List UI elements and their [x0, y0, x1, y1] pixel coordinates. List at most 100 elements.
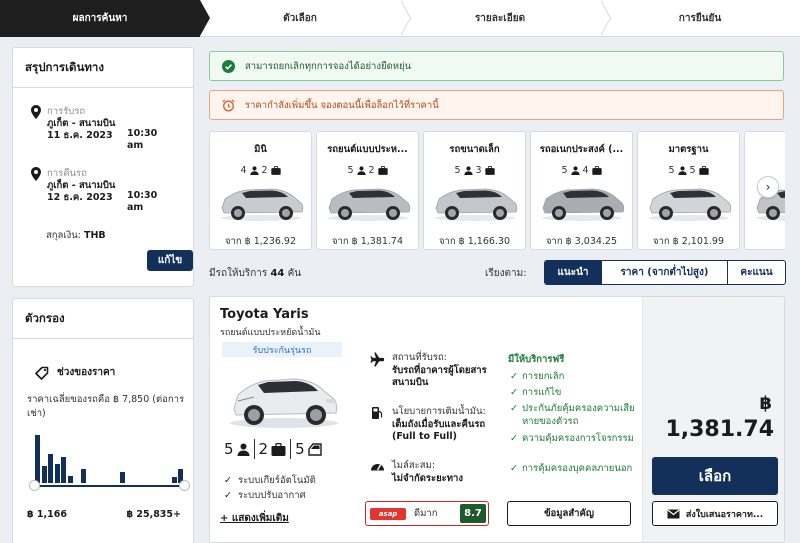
- car-type-card[interactable]: รถอเนกประสงค์ (... 5 4 จาก ฿ 3,034.25: [530, 131, 633, 250]
- feature-label: ระบบปรับอากาศ: [237, 490, 306, 501]
- speedometer-icon: [368, 460, 386, 485]
- supplier-rating-box[interactable]: asap ดีมาก 8.7: [365, 501, 489, 526]
- car-type-price: จาก ฿ 1,236.92: [224, 236, 297, 247]
- step-label: รายละเอียด: [474, 13, 526, 24]
- trip-summary-panel: สรุปการเดินทาง การรับรถ ภูเก็ต - สนามบิน…: [12, 47, 194, 287]
- airplane-icon: [368, 352, 386, 390]
- car-category: รถยนต์แบบประหยัดน้ำมัน: [220, 328, 321, 338]
- price-slider-track[interactable]: [35, 485, 185, 487]
- suitcase-icon: [377, 166, 388, 175]
- supplier-rating-text: ดีมาก: [414, 508, 438, 519]
- step-results: ผลการค้นหา: [0, 0, 210, 37]
- included-item: ✓ การแก้ไข: [510, 387, 640, 400]
- included-label: ความคุ้มครองการโจรกรรม: [522, 433, 634, 444]
- included-title: มีให้บริการฟรี: [508, 354, 565, 365]
- dropoff-date: 12 ธ.ค. 2023: [47, 192, 113, 203]
- results-count-number: 44: [270, 268, 285, 279]
- feature-label: ระบบเกียร์อัตโนมัติ: [237, 475, 316, 486]
- select-car-button[interactable]: เลือก: [652, 457, 778, 495]
- check-icon: ✓: [510, 463, 518, 474]
- suitcase-icon: [270, 166, 281, 175]
- car-type-price: จาก: [745, 234, 785, 249]
- location-pin-icon: [31, 167, 41, 181]
- price-slider-max-handle[interactable]: [179, 480, 190, 491]
- envelope-icon: [667, 509, 680, 518]
- sort-options: แนะนำ ราคา (จากต่ำไปสูง) คะแนน: [544, 260, 786, 285]
- car-type-name: รถยนต์แบบประห...: [327, 144, 408, 155]
- pickup-time: 10:30 am: [127, 128, 158, 151]
- filter-title: ตัวกรอง: [13, 299, 193, 339]
- price-slider-min-handle[interactable]: [29, 480, 40, 491]
- car-door-icon: [307, 442, 322, 456]
- key-info-button[interactable]: ข้อมูลสำคัญ: [507, 501, 631, 526]
- sort-price-low-high[interactable]: ราคา (จากต่ำไปสูง): [601, 261, 727, 284]
- histogram-bar: [80, 468, 86, 483]
- bags-count: 5: [689, 165, 696, 176]
- car-type-capacity: 55: [638, 165, 739, 176]
- currency-label: สกุลเงิน:: [46, 230, 81, 241]
- pickup-info-label: สถานที่รับรถ:: [392, 352, 447, 363]
- person-icon: [784, 172, 785, 174]
- feature-aircon: ✓ ระบบปรับอากาศ: [224, 488, 306, 503]
- included-item: ✓ การยกเลิก: [510, 371, 640, 384]
- check-icon: ✓: [224, 490, 232, 501]
- car-type-capacity: [745, 165, 785, 174]
- suitcase-icon: [271, 442, 286, 456]
- edit-trip-button[interactable]: แก้ไข: [147, 250, 193, 271]
- price-tag-icon: [35, 366, 49, 380]
- histogram-bar: [41, 466, 47, 483]
- histogram-bar: [54, 463, 60, 483]
- car-type-card[interactable]: รถยนต์แบบประห... 5 2 จาก ฿ 1,381.74: [316, 131, 419, 250]
- seats-count: 5: [454, 165, 461, 176]
- step-label: ตัวเลือก: [283, 13, 317, 24]
- currency-value: THB: [83, 230, 106, 241]
- suitcase-icon: [591, 166, 602, 175]
- pickup-date: 11 ธ.ค. 2023: [47, 130, 113, 141]
- car-type-card[interactable]: รถขนาดเล็ก 5 3 จาก ฿ 1,166.30: [423, 131, 526, 250]
- car-type-card[interactable]: มาตรฐาน 5 5 จาก ฿ 2,101.99: [637, 131, 740, 250]
- included-label: การแก้ไข: [522, 387, 562, 398]
- car-specs: 5 2 5: [220, 439, 326, 459]
- currency-info: สกุลเงิน: THB: [46, 228, 106, 243]
- carousel-next-button[interactable]: ›: [757, 176, 779, 198]
- fuel-info: นโยบายการเติมน้ำมัน: เต็มถังเมื่อรับและคื…: [368, 406, 502, 444]
- car-type-name: มินิ: [254, 144, 267, 155]
- model-guarantee-badge: รับประกันรุ่นรถ: [222, 342, 342, 357]
- pickup-info-value: รับรถที่อาคารผู้โดยสารสนามบิน: [392, 364, 487, 389]
- sort-rating[interactable]: คะแนน: [727, 261, 785, 284]
- fuel-info-value: เต็มถังเมื่อรับและคืนรถ (Full to Full): [392, 418, 486, 443]
- car-type-image: [221, 188, 304, 221]
- check-icon: ✓: [510, 433, 518, 444]
- bags-spec: 2: [255, 440, 291, 458]
- car-type-name: รถขนาดเล็ก: [449, 144, 500, 155]
- car-type-name: รถ: [745, 142, 785, 157]
- car-type-carousel: มินิ 4 2 จาก ฿ 1,236.92 รถยนต์แบบประห... 5 2 จา…: [209, 131, 785, 250]
- histogram-bar: [35, 435, 40, 483]
- car-type-capacity: 52: [317, 165, 418, 176]
- price-column: ฿ 1,381.74 เลือก ส่งใบเสนอราคาท...: [642, 297, 784, 542]
- car-type-price: จาก ฿ 2,101.99: [652, 236, 725, 247]
- included-label: การคุ้มครองบุคคลภายนอก: [522, 463, 633, 474]
- check-icon: ✓: [510, 403, 518, 414]
- histogram-bar: [67, 475, 73, 483]
- car-type-capacity: 42: [210, 165, 311, 176]
- show-more-link[interactable]: + แสดงเพิ่มเติม: [220, 511, 289, 526]
- free-cancellation-alert: สามารถยกเลิกทุกการจองได้อย่างยืดหยุ่น: [209, 51, 784, 81]
- bags-count: 3: [475, 165, 482, 176]
- car-type-image: [542, 188, 625, 221]
- price-max-label: ฿ 25,835+: [126, 509, 181, 520]
- suitcase-icon: [698, 166, 709, 175]
- sort-recommended[interactable]: แนะนำ: [545, 261, 601, 284]
- seats-count: 5: [224, 440, 234, 458]
- seats-count: 4: [240, 165, 247, 176]
- email-quote-button[interactable]: ส่งใบเสนอราคาท...: [652, 501, 778, 526]
- trip-summary-title: สรุปการเดินทาง: [13, 48, 193, 88]
- step-arrow: [400, 0, 410, 36]
- mileage-info-value: ไม่จำกัดระยะทาง: [392, 472, 463, 484]
- price-rising-text: ราคากำลังเพิ่มขึ้น จองตอนนี้เพื่อล็อกไว้…: [245, 99, 439, 111]
- step-label: ผลการค้นหา: [72, 13, 128, 24]
- car-type-card[interactable]: มินิ 4 2 จาก ฿ 1,236.92: [209, 131, 312, 250]
- mileage-info: ไมล์สะสม: ไม่จำกัดระยะทาง: [368, 460, 502, 485]
- pickup-info: สถานที่รับรถ: รับรถที่อาคารผู้โดยสารสนามบ…: [368, 352, 502, 390]
- doors-count: 5: [295, 440, 305, 458]
